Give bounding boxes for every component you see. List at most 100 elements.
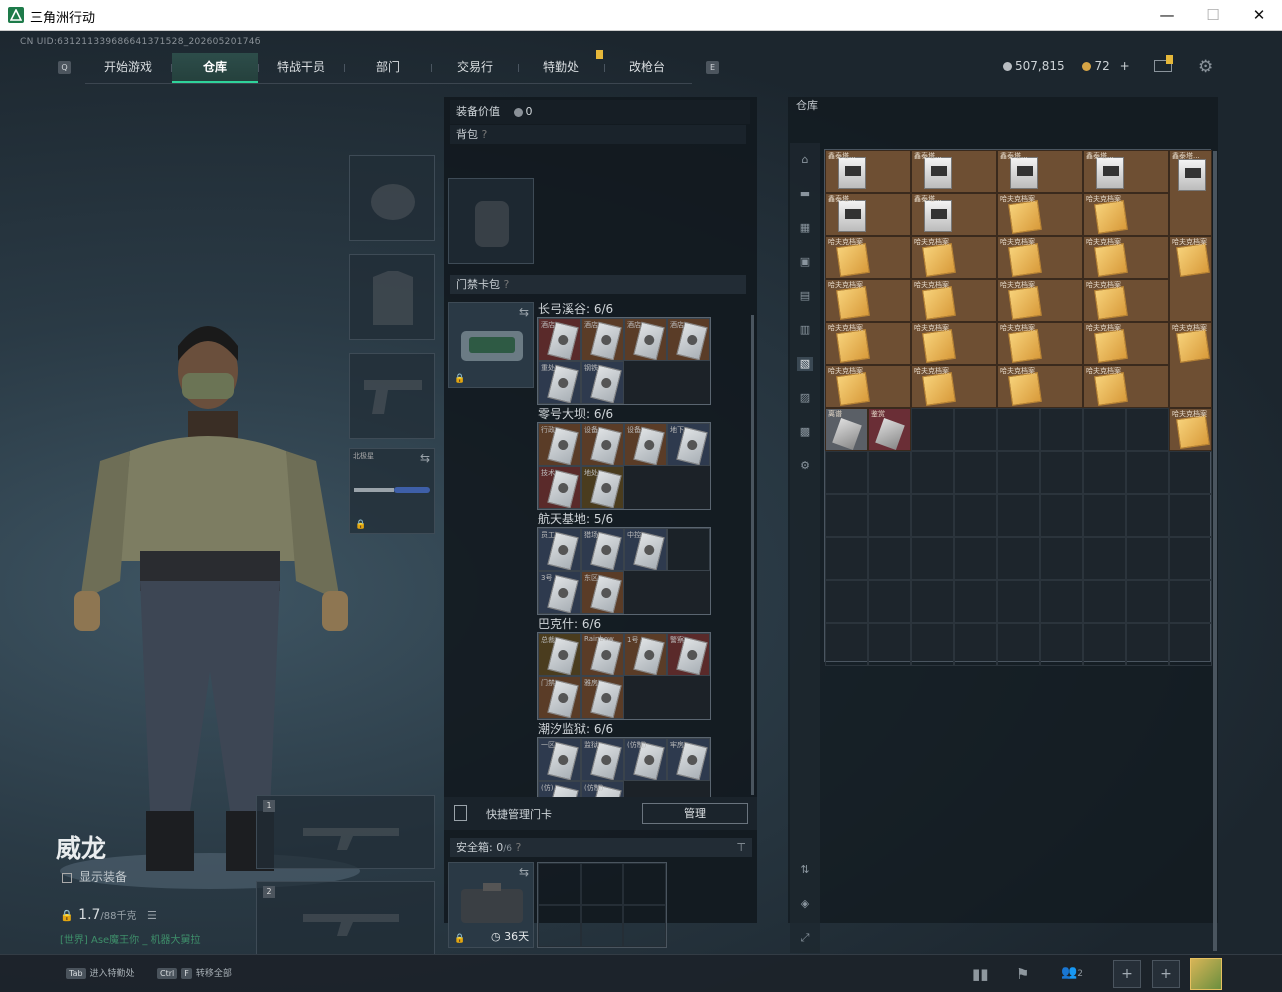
stash-cell[interactable] <box>868 494 911 537</box>
keycard-slot[interactable]: 监狱 <box>581 738 624 781</box>
keycard-slot[interactable]: 员工 <box>538 528 581 571</box>
tab-3[interactable]: 部门 <box>345 53 431 83</box>
stash-cell[interactable] <box>1126 408 1169 451</box>
add-token-button[interactable]: + <box>1120 59 1130 73</box>
stash-tab-settings-icon[interactable]: ⚙ <box>797 459 813 473</box>
stash-tab-meds-icon[interactable]: ▨ <box>797 391 813 405</box>
stash-cell[interactable] <box>1040 580 1083 623</box>
document-item[interactable]: 哈夫克档案 <box>997 322 1083 365</box>
melee-slot[interactable]: 北极星 ⇆ 🔒 <box>349 448 435 534</box>
keycard-slot[interactable]: 技术 <box>538 466 581 509</box>
stash-cell[interactable] <box>825 623 868 666</box>
document-item[interactable]: 哈夫克档案 <box>1083 322 1169 365</box>
collectible-box-item[interactable]: 鑫泰塔... <box>997 150 1083 193</box>
stash-cell[interactable] <box>1040 623 1083 666</box>
document-item[interactable]: 哈夫克档案 <box>1169 236 1212 322</box>
pistol-slot[interactable] <box>349 353 435 439</box>
settings-gear-icon[interactable]: ⚙ <box>1198 57 1213 77</box>
document-item[interactable]: 哈夫克档案 <box>1083 365 1169 408</box>
nav-next-key[interactable]: E <box>706 61 719 74</box>
player-avatar[interactable] <box>1190 958 1222 990</box>
stash-cell[interactable] <box>1083 451 1126 494</box>
stash-cell[interactable] <box>911 537 954 580</box>
keycard-slot[interactable]: 酒店 <box>667 318 710 361</box>
stash-cell[interactable] <box>1126 537 1169 580</box>
friends-icon[interactable]: 👥2 <box>1061 965 1083 980</box>
safe-box-cell[interactable] <box>623 905 666 947</box>
checkbox[interactable] <box>62 872 72 883</box>
stash-scrollbar[interactable] <box>1213 151 1217 951</box>
stash-cell[interactable] <box>1126 451 1169 494</box>
tab-5[interactable]: 特勤处 <box>518 53 604 83</box>
stash-cell[interactable] <box>868 451 911 494</box>
keycard-slot[interactable]: 总裁 <box>538 633 581 676</box>
keycard-slot[interactable]: (仿制) <box>624 738 667 781</box>
stash-tab-items-icon[interactable]: ▧ <box>797 357 813 371</box>
keycard-slot[interactable]: 中控 <box>624 528 667 571</box>
stash-cell[interactable] <box>1126 623 1169 666</box>
stash-cell[interactable] <box>911 408 954 451</box>
stash-cell[interactable] <box>1040 537 1083 580</box>
document-item[interactable]: 哈夫克档案 <box>997 193 1083 236</box>
stash-cell[interactable] <box>997 580 1040 623</box>
swap-icon[interactable]: ⇆ <box>420 451 430 465</box>
safe-box-cell[interactable] <box>580 863 624 905</box>
stash-cell[interactable] <box>868 623 911 666</box>
keycard-slot[interactable]: Rainbow <box>581 633 624 676</box>
safe-box-cell[interactable] <box>538 863 581 905</box>
stash-cell[interactable] <box>1169 451 1212 494</box>
keycard-slot[interactable]: 雅房 <box>581 676 624 719</box>
stash-tab-bags-icon[interactable]: ▥ <box>797 323 813 337</box>
keycard-slot[interactable]: 门禁 <box>538 676 581 719</box>
stash-tab-ammo-icon[interactable]: ▣ <box>797 255 813 269</box>
keycard-slot[interactable]: 酒店 <box>624 318 667 361</box>
keycard-slot[interactable]: 行政 <box>538 423 581 466</box>
document-item[interactable]: 哈夫克档案 <box>997 236 1083 279</box>
help-icon[interactable]: ? <box>515 841 521 854</box>
document-item[interactable]: 哈夫克档案 <box>825 279 911 322</box>
stash-cell[interactable] <box>997 537 1040 580</box>
list-icon[interactable]: ☰ <box>147 909 157 922</box>
keycard-slot[interactable]: 酒店 <box>538 318 581 361</box>
scrollbar[interactable] <box>751 315 754 795</box>
safe-box-cell[interactable] <box>538 905 581 947</box>
keycard-slot[interactable]: 东区 <box>581 571 624 614</box>
stash-cell[interactable] <box>868 580 911 623</box>
safe-box-cell[interactable] <box>623 863 666 905</box>
tab-2[interactable]: 特战干员 <box>258 53 344 83</box>
keycard-slot[interactable]: 地下 <box>667 423 710 466</box>
stash-cell[interactable] <box>1083 494 1126 537</box>
stash-cell[interactable] <box>997 494 1040 537</box>
stash-cell[interactable] <box>954 537 997 580</box>
document-item[interactable]: 哈夫克档案 <box>997 365 1083 408</box>
tab-0[interactable]: 开始游戏 <box>85 53 171 83</box>
stash-cell[interactable] <box>1083 623 1126 666</box>
pin-icon[interactable]: ⊤ <box>736 838 746 857</box>
keycard-slot[interactable]: 3号 <box>538 571 581 614</box>
stash-layers-icon[interactable]: ◈ <box>797 897 813 911</box>
stash-tab-armor-icon[interactable]: ▤ <box>797 289 813 303</box>
invite-slot-button[interactable]: + <box>1152 960 1180 988</box>
keycard-slot[interactable] <box>667 528 710 571</box>
stash-cell[interactable] <box>911 580 954 623</box>
stash-cell[interactable] <box>1169 580 1212 623</box>
maximize-button[interactable]: ☐ <box>1190 0 1236 31</box>
swap-icon[interactable]: ⇆ <box>519 305 529 319</box>
keycard-slot[interactable]: 钢铁 <box>581 361 624 404</box>
stash-cell[interactable] <box>1040 451 1083 494</box>
keycard-slot[interactable]: 牢房 <box>667 738 710 781</box>
tab-1[interactable]: 仓库 <box>172 53 258 83</box>
flag-icon[interactable]: ⚑ <box>1016 965 1029 983</box>
stash-tab-keys-icon[interactable]: ▩ <box>797 425 813 439</box>
tab-4[interactable]: 交易行 <box>432 53 518 83</box>
stash-cell[interactable] <box>954 494 997 537</box>
collectible-box-item[interactable]: 鑫泰塔... <box>911 150 997 193</box>
tab-6[interactable]: 改枪台 <box>604 53 690 83</box>
keycard-slot[interactable]: 重处 <box>538 361 581 404</box>
stash-tab-weapons-icon[interactable]: ▬ <box>797 187 813 201</box>
stash-cell[interactable] <box>1040 408 1083 451</box>
document-item[interactable]: 哈夫克档案 <box>911 279 997 322</box>
document-item[interactable]: 哈夫克档案 <box>825 322 911 365</box>
document-item[interactable]: 哈夫克档案 <box>911 365 997 408</box>
safe-box-cell[interactable] <box>580 905 624 947</box>
